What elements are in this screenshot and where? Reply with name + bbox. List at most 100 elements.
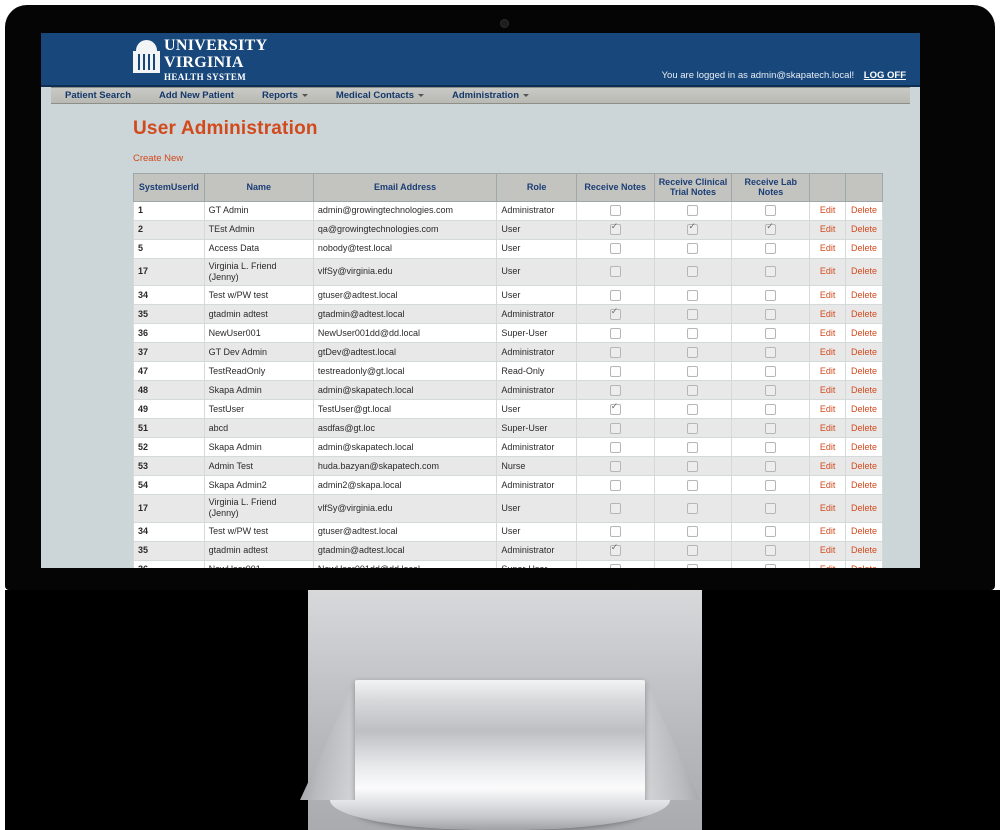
- delete-link[interactable]: Delete: [851, 266, 877, 276]
- checkbox-receive-clinical-trial-notes[interactable]: [687, 460, 699, 472]
- delete-link[interactable]: Delete: [851, 404, 877, 414]
- delete-link[interactable]: Delete: [851, 385, 877, 395]
- nav-item-reports[interactable]: Reports: [248, 88, 322, 103]
- checkbox-receive-notes[interactable]: [609, 346, 621, 358]
- checkbox-receive-clinical-trial-notes[interactable]: [687, 289, 699, 301]
- delete-link[interactable]: Delete: [851, 205, 877, 215]
- checkbox-receive-notes[interactable]: [609, 384, 621, 396]
- checkbox-receive-lab-notes[interactable]: [765, 365, 777, 377]
- checkbox-receive-notes[interactable]: [609, 441, 621, 453]
- edit-link[interactable]: Edit: [820, 480, 836, 490]
- checkbox-receive-lab-notes[interactable]: [765, 266, 777, 278]
- checkbox-receive-clinical-trial-notes[interactable]: [687, 365, 699, 377]
- edit-link[interactable]: Edit: [820, 526, 836, 536]
- checkbox-receive-clinical-trial-notes[interactable]: [687, 441, 699, 453]
- checkbox-receive-lab-notes[interactable]: [765, 403, 777, 415]
- checkbox-receive-lab-notes[interactable]: [765, 545, 777, 557]
- edit-link[interactable]: Edit: [820, 224, 836, 234]
- checkbox-receive-notes[interactable]: [609, 289, 621, 301]
- checkbox-receive-notes[interactable]: [609, 564, 621, 568]
- edit-link[interactable]: Edit: [820, 423, 836, 433]
- checkbox-receive-notes[interactable]: [609, 422, 621, 434]
- checkbox-receive-clinical-trial-notes[interactable]: [687, 266, 699, 278]
- uva-logo[interactable]: UNIVERSITY VIRGINIA HEALTH SYSTEM: [133, 37, 267, 82]
- checkbox-receive-clinical-trial-notes[interactable]: [687, 243, 699, 255]
- checkbox-receive-notes[interactable]: [609, 327, 621, 339]
- checkbox-receive-lab-notes[interactable]: [765, 222, 777, 236]
- delete-link[interactable]: Delete: [851, 347, 877, 357]
- checkbox-receive-lab-notes[interactable]: [765, 564, 777, 568]
- checkbox-receive-lab-notes[interactable]: [765, 346, 777, 358]
- nav-item-medical-contacts[interactable]: Medical Contacts: [322, 88, 438, 103]
- checkbox-receive-lab-notes[interactable]: [765, 205, 777, 217]
- nav-item-add-new-patient[interactable]: Add New Patient: [145, 88, 248, 103]
- checkbox-receive-lab-notes[interactable]: [765, 289, 777, 301]
- checkbox-receive-clinical-trial-notes[interactable]: [687, 346, 699, 358]
- edit-link[interactable]: Edit: [820, 205, 836, 215]
- delete-link[interactable]: Delete: [851, 564, 877, 568]
- checkbox-receive-lab-notes[interactable]: [765, 526, 777, 538]
- checkbox-receive-clinical-trial-notes[interactable]: [687, 205, 699, 217]
- edit-link[interactable]: Edit: [820, 385, 836, 395]
- checkbox-receive-clinical-trial-notes[interactable]: [687, 422, 699, 434]
- checkbox-receive-notes[interactable]: [609, 502, 621, 514]
- checkbox-receive-clinical-trial-notes[interactable]: [687, 308, 699, 320]
- edit-link[interactable]: Edit: [820, 266, 836, 276]
- delete-link[interactable]: Delete: [851, 290, 877, 300]
- edit-link[interactable]: Edit: [820, 442, 836, 452]
- log-off-link[interactable]: LOG OFF: [864, 70, 906, 81]
- edit-link[interactable]: Edit: [820, 366, 836, 376]
- delete-link[interactable]: Delete: [851, 461, 877, 471]
- checkbox-receive-lab-notes[interactable]: [765, 243, 777, 255]
- checkbox-receive-lab-notes[interactable]: [765, 327, 777, 339]
- edit-link[interactable]: Edit: [820, 328, 836, 338]
- checkbox-receive-notes[interactable]: [609, 460, 621, 472]
- checkbox-receive-lab-notes[interactable]: [765, 441, 777, 453]
- edit-link[interactable]: Edit: [820, 545, 836, 555]
- delete-link[interactable]: Delete: [851, 243, 877, 253]
- checkbox-receive-clinical-trial-notes[interactable]: [687, 545, 699, 557]
- checkbox-receive-clinical-trial-notes[interactable]: [687, 526, 699, 538]
- checkbox-receive-notes[interactable]: [609, 543, 621, 557]
- checkbox-receive-lab-notes[interactable]: [765, 422, 777, 434]
- checkbox-receive-lab-notes[interactable]: [765, 308, 777, 320]
- checkbox-receive-clinical-trial-notes[interactable]: [687, 327, 699, 339]
- delete-link[interactable]: Delete: [851, 480, 877, 490]
- delete-link[interactable]: Delete: [851, 309, 877, 319]
- delete-link[interactable]: Delete: [851, 366, 877, 376]
- edit-link[interactable]: Edit: [820, 404, 836, 414]
- edit-link[interactable]: Edit: [820, 564, 836, 568]
- edit-link[interactable]: Edit: [820, 309, 836, 319]
- edit-link[interactable]: Edit: [820, 243, 836, 253]
- edit-link[interactable]: Edit: [820, 503, 836, 513]
- checkbox-receive-notes[interactable]: [609, 526, 621, 538]
- checkbox-receive-notes[interactable]: [609, 307, 621, 320]
- edit-link[interactable]: Edit: [820, 290, 836, 300]
- delete-link[interactable]: Delete: [851, 423, 877, 433]
- edit-link[interactable]: Edit: [820, 347, 836, 357]
- checkbox-receive-lab-notes[interactable]: [765, 479, 777, 491]
- checkbox-receive-notes[interactable]: [609, 402, 621, 415]
- checkbox-receive-notes[interactable]: [609, 266, 621, 278]
- delete-link[interactable]: Delete: [851, 224, 877, 234]
- checkbox-receive-notes[interactable]: [609, 365, 621, 377]
- checkbox-receive-clinical-trial-notes[interactable]: [687, 479, 699, 491]
- checkbox-receive-lab-notes[interactable]: [765, 502, 777, 514]
- delete-link[interactable]: Delete: [851, 526, 877, 536]
- checkbox-receive-clinical-trial-notes[interactable]: [687, 403, 699, 415]
- delete-link[interactable]: Delete: [851, 503, 877, 513]
- checkbox-receive-notes[interactable]: [609, 205, 621, 217]
- checkbox-receive-notes[interactable]: [609, 243, 621, 255]
- checkbox-receive-clinical-trial-notes[interactable]: [687, 384, 699, 396]
- nav-item-patient-search[interactable]: Patient Search: [51, 88, 145, 103]
- create-new-link[interactable]: Create New: [133, 153, 183, 164]
- delete-link[interactable]: Delete: [851, 442, 877, 452]
- nav-item-administration[interactable]: Administration: [438, 88, 543, 103]
- checkbox-receive-clinical-trial-notes[interactable]: [687, 564, 699, 568]
- checkbox-receive-lab-notes[interactable]: [765, 460, 777, 472]
- checkbox-receive-lab-notes[interactable]: [765, 384, 777, 396]
- delete-link[interactable]: Delete: [851, 545, 877, 555]
- checkbox-receive-notes[interactable]: [609, 479, 621, 491]
- edit-link[interactable]: Edit: [820, 461, 836, 471]
- delete-link[interactable]: Delete: [851, 328, 877, 338]
